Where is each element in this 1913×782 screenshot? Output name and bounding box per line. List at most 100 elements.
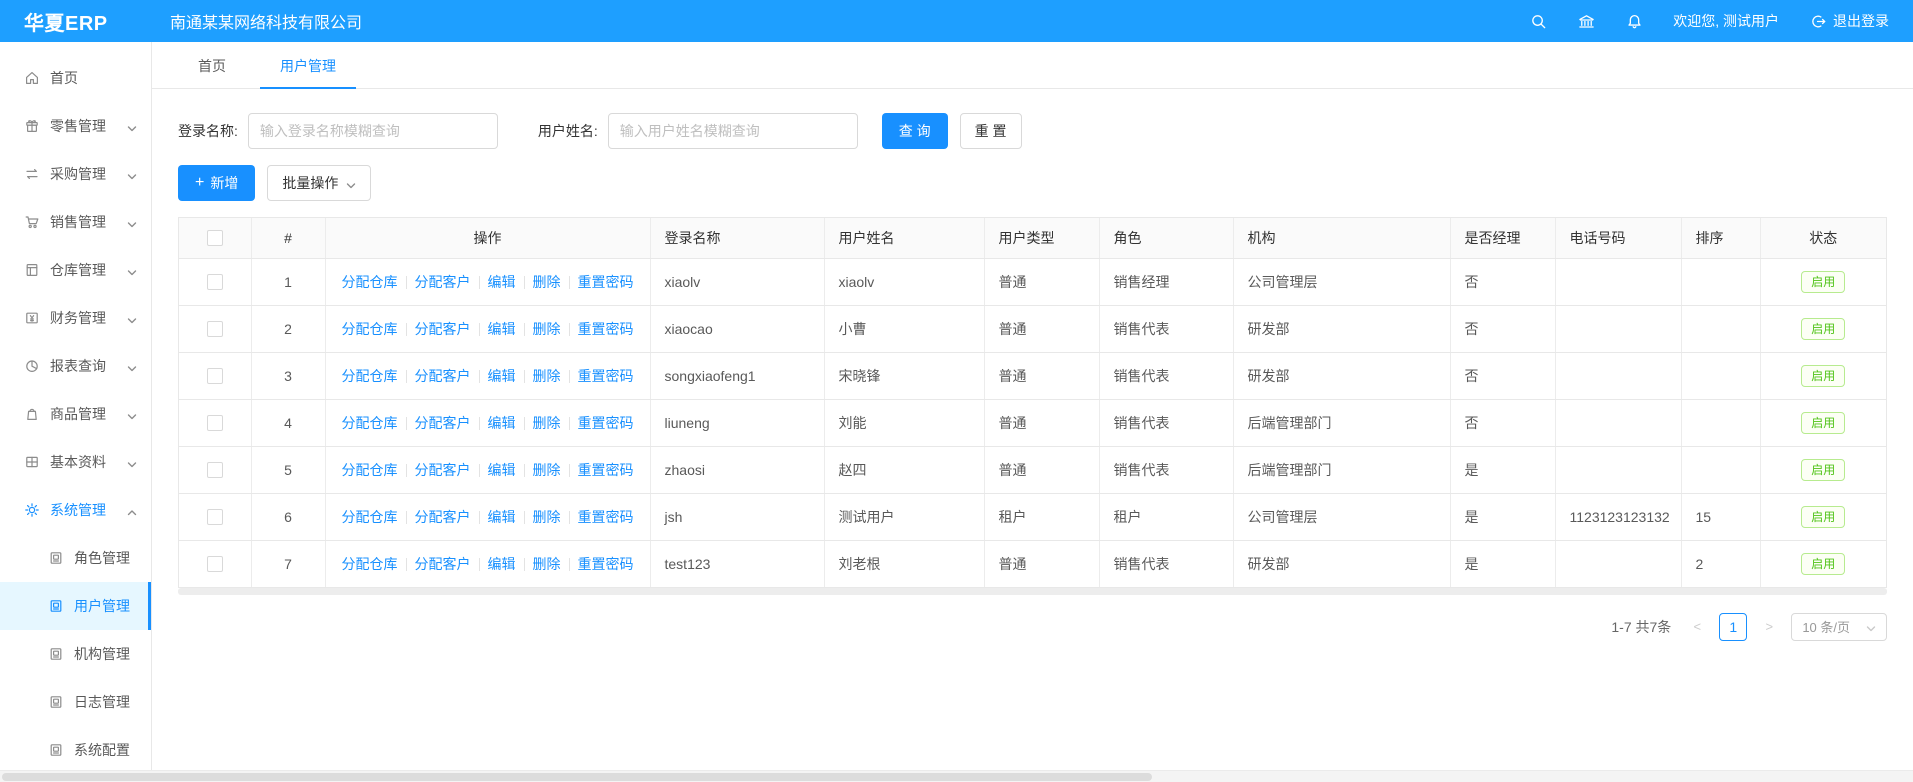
status-badge[interactable]: 启用 [1801,271,1845,293]
action-link-分配客户[interactable]: 分配客户 [415,274,471,290]
action-divider [524,323,525,336]
tab-用户管理[interactable]: 用户管理 [260,44,356,88]
sidebar-subitem-机构管理[interactable]: 机构管理 [0,630,151,678]
sidebar-item-零售管理[interactable]: 零售管理 [0,102,151,150]
sidebar-subitem-用户管理[interactable]: 用户管理 [0,582,151,630]
scrollbar-thumb[interactable] [2,773,1152,781]
action-link-删除[interactable]: 删除 [533,556,561,572]
row-checkbox[interactable] [207,321,223,337]
company-name: 南通某某网络科技有限公司 [152,9,362,33]
status-badge[interactable]: 启用 [1801,318,1845,340]
tab-首页[interactable]: 首页 [178,44,246,88]
sidebar-item-销售管理[interactable]: 销售管理 [0,198,151,246]
select-all-checkbox[interactable] [207,230,223,246]
table-row: 1分配仓库分配客户编辑删除重置密码xiaolvxiaolv普通销售经理公司管理层… [179,258,1886,305]
action-link-重置密码[interactable]: 重置密码 [578,321,634,337]
action-link-重置密码[interactable]: 重置密码 [578,509,634,525]
action-link-重置密码[interactable]: 重置密码 [578,274,634,290]
action-link-编辑[interactable]: 编辑 [488,462,516,478]
row-sort: 2 [1681,540,1760,587]
action-link-分配仓库[interactable]: 分配仓库 [342,274,398,290]
row-checkbox[interactable] [207,415,223,431]
action-link-分配客户[interactable]: 分配客户 [415,462,471,478]
add-button[interactable]: + 新增 [178,165,255,201]
action-link-重置密码[interactable]: 重置密码 [578,415,634,431]
user-name-input[interactable] [608,113,858,149]
sidebar-subitem-角色管理[interactable]: 角色管理 [0,534,151,582]
status-badge[interactable]: 启用 [1801,412,1845,434]
row-checkbox[interactable] [207,274,223,290]
action-link-分配客户[interactable]: 分配客户 [415,321,471,337]
action-link-编辑[interactable]: 编辑 [488,415,516,431]
reset-button[interactable]: 重 置 [960,113,1022,149]
page-size-select[interactable]: 10 条/页 [1791,613,1887,641]
status-badge[interactable]: 启用 [1801,553,1845,575]
action-link-编辑[interactable]: 编辑 [488,368,516,384]
sidebar-item-仓库管理[interactable]: 仓库管理 [0,246,151,294]
sidebar-item-首页[interactable]: 首页 [0,54,151,102]
bell-icon[interactable] [1625,12,1643,30]
action-link-重置密码[interactable]: 重置密码 [578,556,634,572]
action-link-分配客户[interactable]: 分配客户 [415,509,471,525]
prev-page-button[interactable]: < [1685,614,1709,640]
action-link-编辑[interactable]: 编辑 [488,509,516,525]
sidebar-item-财务管理[interactable]: 财务管理 [0,294,151,342]
action-link-编辑[interactable]: 编辑 [488,274,516,290]
sidebar-item-报表查询[interactable]: 报表查询 [0,342,151,390]
table-header-row: #操作登录名称用户姓名用户类型角色机构是否经理电话号码排序状态 [179,218,1886,258]
status-badge[interactable]: 启用 [1801,459,1845,481]
action-link-分配仓库[interactable]: 分配仓库 [342,415,398,431]
welcome-text: 欢迎您, 测试用户 [1673,11,1779,31]
action-link-删除[interactable]: 删除 [533,274,561,290]
chevron-down-icon [127,409,137,419]
action-link-重置密码[interactable]: 重置密码 [578,462,634,478]
action-link-分配仓库[interactable]: 分配仓库 [342,509,398,525]
bank-icon[interactable] [1577,12,1595,30]
table-horizontal-scrollbar[interactable] [178,588,1887,595]
search-icon[interactable] [1529,12,1547,30]
sidebar-subitem-系统配置[interactable]: 系统配置 [0,726,151,774]
next-page-button[interactable]: > [1757,614,1781,640]
action-link-分配仓库[interactable]: 分配仓库 [342,321,398,337]
page-number-button[interactable]: 1 [1719,613,1747,641]
action-link-删除[interactable]: 删除 [533,509,561,525]
row-checkbox[interactable] [207,368,223,384]
action-divider [406,464,407,477]
sidebar-item-采购管理[interactable]: 采购管理 [0,150,151,198]
action-link-分配客户[interactable]: 分配客户 [415,415,471,431]
row-checkbox[interactable] [207,556,223,572]
action-link-编辑[interactable]: 编辑 [488,321,516,337]
row-login-name: test123 [650,540,824,587]
action-divider [569,323,570,336]
action-link-分配仓库[interactable]: 分配仓库 [342,368,398,384]
action-link-分配客户[interactable]: 分配客户 [415,556,471,572]
logout-button[interactable]: 退出登录 [1809,11,1889,31]
action-link-分配仓库[interactable]: 分配仓库 [342,556,398,572]
status-badge[interactable]: 启用 [1801,506,1845,528]
sidebar-item-系统管理[interactable]: 系统管理 [0,486,151,534]
action-link-编辑[interactable]: 编辑 [488,556,516,572]
action-link-分配仓库[interactable]: 分配仓库 [342,462,398,478]
action-divider [524,417,525,430]
sidebar-subitem-日志管理[interactable]: 日志管理 [0,678,151,726]
row-index: 6 [251,493,325,540]
action-link-重置密码[interactable]: 重置密码 [578,368,634,384]
sidebar-item-基本资料[interactable]: 基本资料 [0,438,151,486]
action-link-分配客户[interactable]: 分配客户 [415,368,471,384]
row-user-name: xiaolv [824,258,984,305]
row-checkbox[interactable] [207,509,223,525]
row-sort: 15 [1681,493,1760,540]
page-horizontal-scrollbar[interactable] [0,770,1913,782]
sidebar-item-商品管理[interactable]: 商品管理 [0,390,151,438]
action-link-删除[interactable]: 删除 [533,415,561,431]
status-badge[interactable]: 启用 [1801,365,1845,387]
row-checkbox[interactable] [207,462,223,478]
logout-label: 退出登录 [1833,11,1889,31]
login-name-input[interactable] [248,113,498,149]
action-link-删除[interactable]: 删除 [533,368,561,384]
batch-actions-dropdown[interactable]: 批量操作 [267,165,371,201]
content-area: 首页用户管理 登录名称: 用户姓名: 查 询 重 置 + 新增 [152,42,1913,782]
action-link-删除[interactable]: 删除 [533,321,561,337]
search-button[interactable]: 查 询 [882,113,948,149]
action-link-删除[interactable]: 删除 [533,462,561,478]
